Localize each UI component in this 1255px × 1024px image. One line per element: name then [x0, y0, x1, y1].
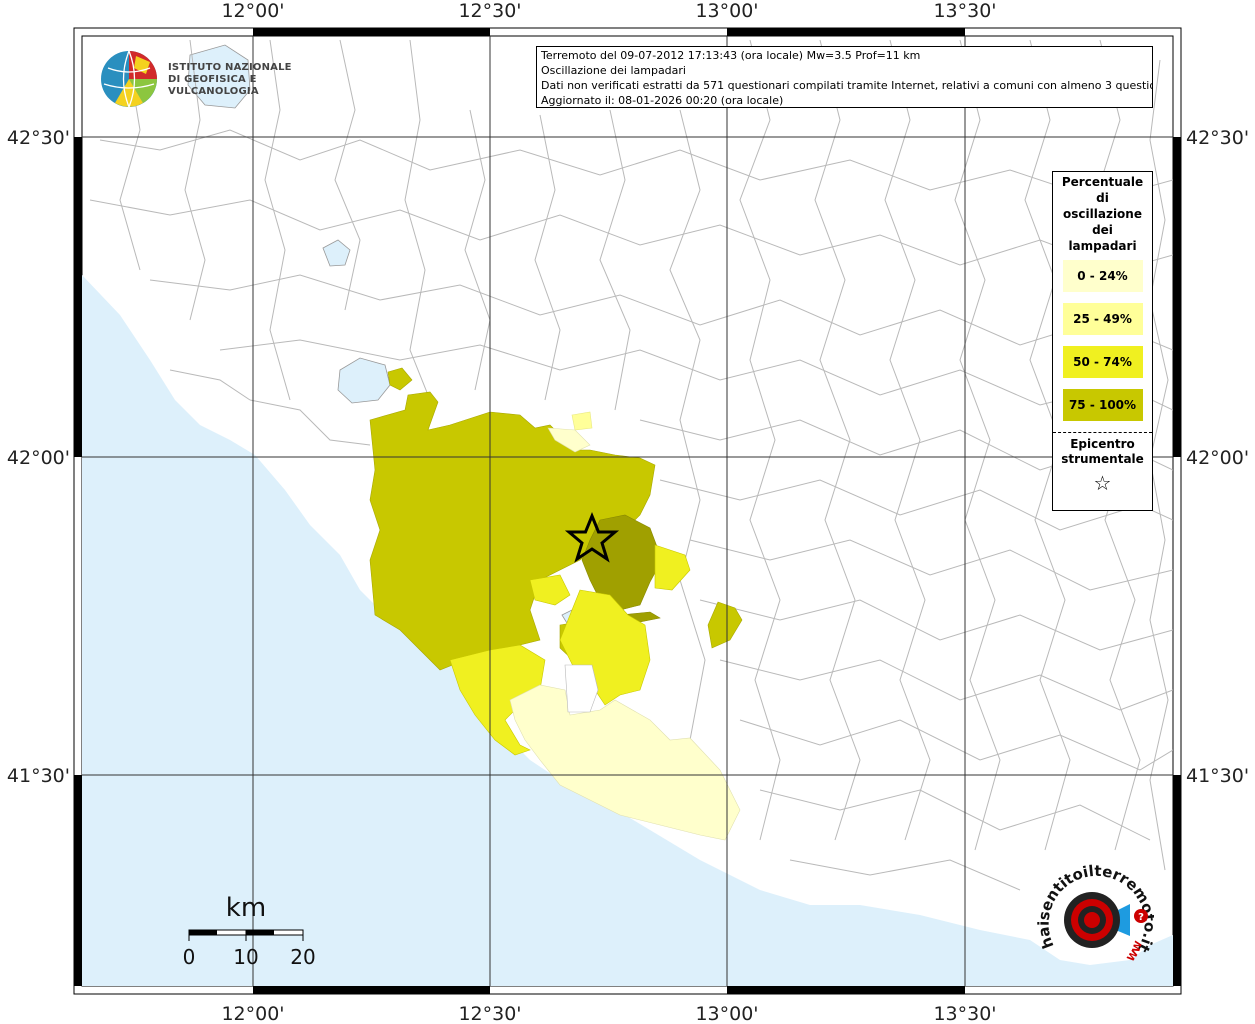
class-25-49 — [571, 411, 593, 431]
legend: Percentuale di oscillazione dei lampadar… — [1052, 171, 1153, 511]
left-label: 41°30' — [7, 765, 70, 787]
event-info-line: Aggiornato il: 08-01-2026 00:20 (ora loc… — [541, 94, 784, 107]
event-info-line: Dati non verificati estratti da 571 ques… — [541, 79, 1153, 92]
right-label: 42°30' — [1186, 127, 1249, 149]
top-label: 12°00' — [221, 0, 284, 22]
haisentito-logo: haisentitoilterremoto.it WWW. ? — [1029, 850, 1159, 978]
legend-epicenter-line: Epicentro — [1070, 437, 1135, 451]
bottom-label: 12°00' — [221, 1003, 284, 1024]
top-axis-labels: 12°00' 12°30' 13°00' 13°30' — [221, 0, 996, 22]
scale-tick: 20 — [290, 945, 315, 969]
right-label: 42°00' — [1186, 447, 1249, 469]
ingv-logo: ISTITUTO NAZIONALE DI GEOFISICA E VULCAN… — [98, 48, 308, 108]
event-info-line: Oscillazione dei lampadari — [541, 64, 686, 77]
legend-star-icon: ☆ — [1093, 471, 1112, 495]
legend-title-line: oscillazione — [1063, 207, 1142, 221]
bottom-label: 12°30' — [458, 1003, 521, 1024]
target-icon: haisentitoilterremoto.it WWW. ? — [1029, 850, 1159, 964]
ingv-name-line1: ISTITUTO NAZIONALE — [168, 62, 292, 73]
legend-title-line: Percentuale — [1061, 175, 1144, 189]
legend-class-25-49: 25 - 49% — [1062, 303, 1143, 335]
left-label: 42°00' — [7, 447, 70, 469]
svg-text:?: ? — [1138, 912, 1144, 923]
legend-class-75-100: 75 - 100% — [1062, 389, 1143, 421]
bottom-label: 13°00' — [695, 1003, 758, 1024]
ingv-name-line2: DI GEOFISICA E VULCANOLOGIA — [168, 74, 259, 97]
bottom-label: 13°30' — [933, 1003, 996, 1024]
left-label: 42°30' — [7, 127, 70, 149]
bottom-axis-labels: 12°00' 12°30' 13°00' 13°30' — [221, 1003, 996, 1024]
legend-title: Percentuale di oscillazione dei lampadar… — [1053, 174, 1152, 254]
left-axis-labels: 42°30' 42°00' 41°30' — [7, 127, 70, 787]
legend-class-50-74: 50 - 74% — [1062, 346, 1143, 378]
event-info-box: Terremoto del 09-07-2012 17:13:43 (ora l… — [536, 46, 1153, 108]
scale-tick: 10 — [233, 945, 258, 969]
legend-epicenter-title: Epicentro strumentale — [1053, 437, 1152, 467]
scale-tick: 0 — [183, 945, 196, 969]
legend-title-line: dei — [1092, 223, 1113, 237]
right-axis-labels: 42°30' 42°00' 41°30' — [1186, 127, 1249, 787]
legend-divider — [1053, 432, 1152, 433]
legend-class-0-24: 0 - 24% — [1062, 260, 1143, 292]
top-label: 13°00' — [695, 0, 758, 22]
right-label: 41°30' — [1186, 765, 1249, 787]
event-info-line: Terremoto del 09-07-2012 17:13:43 (ora l… — [541, 49, 921, 62]
top-label: 12°30' — [458, 0, 521, 22]
legend-epicenter-line: strumentale — [1061, 452, 1144, 466]
scale-unit: km — [226, 893, 266, 923]
legend-title-line: lampadari — [1068, 239, 1137, 253]
legend-title-line: di — [1096, 191, 1109, 205]
top-label: 13°30' — [933, 0, 996, 22]
globe-icon — [101, 50, 157, 108]
